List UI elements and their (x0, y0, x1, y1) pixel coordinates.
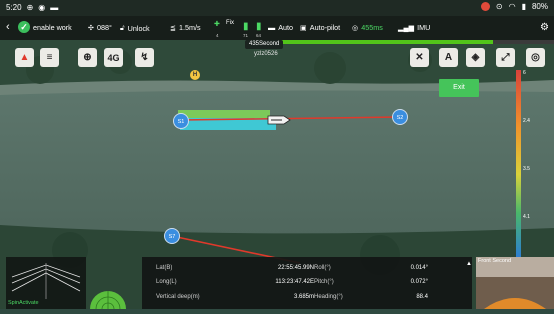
battery-icon: ▮ (521, 2, 526, 11)
location-icon: ⊙ (495, 2, 503, 11)
timer-badge: 435Second (245, 40, 284, 49)
fullscreen-button[interactable]: ⤢ (496, 48, 515, 67)
heading-readout: ✣ 088° (88, 23, 112, 32)
fix-label: Fix (226, 20, 234, 26)
network-4g-button[interactable]: 4G (104, 48, 123, 67)
battery2-value: 64 (256, 33, 262, 38)
monitor-icon: ▬ (268, 23, 276, 32)
signal-icon: ▂▄▆ (398, 23, 415, 32)
depth-legend-bar (516, 70, 521, 260)
back-icon[interactable]: ‹ (6, 21, 10, 33)
telemetry-panel: Lat(B) 22:55:45.99N Long(L) 113:23:47.42… (142, 257, 472, 309)
boat-id: yzlz0526 (254, 51, 278, 57)
mark-button[interactable]: A (439, 48, 458, 67)
auto-mode[interactable]: ▬ Auto (268, 23, 293, 32)
vessel-toolbar: ‹ ✓ enable work ✣ 088° 🔓︎ Unlock ≦ 1.5m/… (0, 16, 554, 40)
crosshair-icon: ⊕ (83, 52, 92, 63)
radio-icon: ◎ (352, 23, 359, 32)
layers-toggle-icon: ◈ (471, 52, 480, 63)
survey-swath-top (178, 110, 270, 118)
settings-small-icon: ⊕ (26, 3, 34, 12)
exit-button[interactable]: Exit (439, 79, 479, 97)
unlock-button[interactable]: 🔓︎ Unlock (120, 23, 150, 33)
mark-icon: A (444, 52, 453, 63)
pitch-value: 0.072° (410, 279, 428, 285)
boat-view-icon: ▲ (19, 52, 30, 63)
latency-readout: ◎ 455ms (352, 23, 383, 32)
camera-label: Front Second (478, 258, 512, 264)
depth-label: Vertical deep(m) (156, 294, 200, 300)
satellite-icon: ✚ (214, 19, 221, 28)
collapse-caret-icon[interactable]: ▲ (466, 261, 472, 267)
enable-work-toggle[interactable]: ✓ enable work (18, 21, 72, 33)
gps-fix: ✚ (214, 19, 220, 28)
layers-toggle-button[interactable]: ◈ (466, 48, 485, 67)
waypoint-marker[interactable]: S7 (164, 228, 180, 244)
legend-tick: 4.1 (523, 214, 530, 220)
lon-label: Long(L) (156, 279, 177, 285)
tools-icon: ✕ (415, 52, 424, 63)
record-icon (480, 2, 490, 11)
autopilot-icon: ▣ (300, 23, 307, 32)
battery1-value: 71 (243, 33, 249, 38)
legend-tick: 3.5 (523, 166, 530, 172)
depth-value: 3.685m (293, 294, 314, 300)
expand-icon: ⤢ (501, 52, 510, 63)
lat-value: 22:55:45.99N (277, 265, 314, 271)
autopilot-mode[interactable]: ▣ Auto-pilot (300, 23, 340, 32)
battery-percent: 80% (531, 2, 548, 11)
waypoint-marker[interactable]: S2 (392, 109, 408, 125)
waypoint-marker[interactable]: S1 (173, 113, 189, 129)
lat-label: Lat(B) (156, 265, 173, 271)
sonar-caption: SpinActivate (8, 300, 39, 306)
route-button[interactable]: ↯ (135, 48, 154, 67)
layer-icon: ≡ (46, 52, 53, 63)
status-time: 5:20 (6, 3, 22, 12)
battery-level2-icon: ▮ (256, 21, 262, 32)
tools-button[interactable]: ✕ (410, 48, 429, 67)
boat-view-button[interactable]: ▲ (15, 48, 34, 67)
imu-status: ▂▄▆ IMU (398, 23, 431, 32)
mission-progress (247, 40, 554, 44)
heading-value: 88.4 (416, 294, 428, 300)
compass-icon: ✣ (88, 23, 95, 32)
target-button[interactable]: ⊕ (78, 48, 97, 67)
speed-readout: ≦ 1.5m/s (170, 23, 201, 32)
mission-progress-fill (247, 40, 493, 44)
battery-level-icon: ▮ (243, 21, 249, 32)
heading-label: Heading(°) (314, 294, 343, 300)
sync-icon: ◉ (38, 3, 46, 12)
locate-button[interactable]: ◎ (526, 48, 545, 67)
legend-tick: 6 (523, 70, 526, 76)
camera-preview[interactable] (476, 257, 554, 309)
roll-value: 0.014° (410, 265, 428, 271)
status-bar: 5:20 ⊕ ◉ ▬ ⊙ ◠ ▮ 80% (0, 0, 554, 16)
roll-label: Roll(°) (314, 265, 331, 271)
lon-value: 113:23:47.42E (275, 279, 314, 285)
gear-icon[interactable]: ⚙︎ (540, 22, 549, 33)
pitch-label: Pitch(°) (314, 279, 334, 285)
more-icon: ▬ (50, 3, 59, 12)
layer-button[interactable]: ≡ (40, 48, 59, 67)
check-icon: ✓ (18, 21, 30, 33)
wifi-icon: ◠ (508, 2, 516, 11)
fix-count: 4 (216, 33, 219, 38)
route-icon: ↯ (140, 52, 149, 63)
enable-work-label: enable work (33, 22, 72, 32)
camera-frame (476, 257, 554, 309)
locate-icon: ◎ (531, 52, 540, 63)
legend-tick: 2.4 (523, 118, 530, 124)
lock-icon: 🔓︎ (120, 23, 125, 32)
home-marker[interactable]: H (190, 70, 200, 80)
radar-icon (90, 291, 126, 309)
speed-icon: ≦ (170, 23, 177, 32)
